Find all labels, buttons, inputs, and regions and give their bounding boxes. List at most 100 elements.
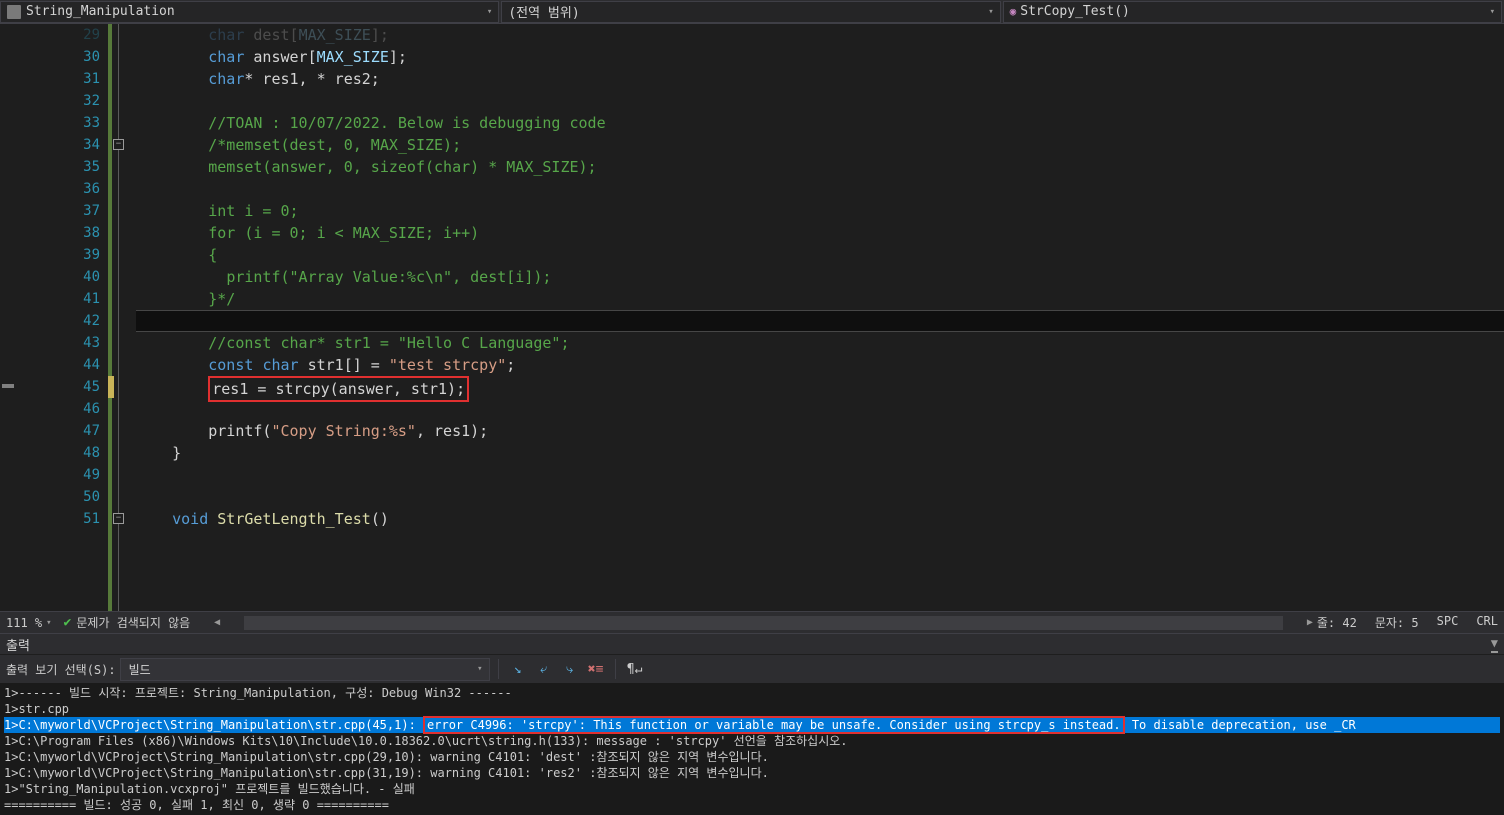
check-circle-icon: ✔	[64, 615, 72, 630]
scope-dropdown[interactable]: (전역 범위) ▾	[501, 1, 1000, 23]
code-line[interactable]: const char str1[] = "test strcpy";	[136, 354, 1504, 376]
navigation-bar: String_Manipulation ▾ (전역 범위) ▾ ◉ StrCop…	[0, 0, 1504, 24]
line-number: 40	[18, 266, 100, 288]
line-number: 44	[18, 354, 100, 376]
zoom-level[interactable]: 111 %	[6, 616, 42, 630]
project-icon	[7, 5, 21, 19]
change-marker-green	[108, 24, 112, 611]
cursor-char: 문자: 5	[1375, 614, 1419, 631]
output-panel-header[interactable]: 출력 ▼	[0, 633, 1504, 655]
code-content[interactable]: char dest[MAX_SIZE]; char answer[MAX_SIZ…	[136, 24, 1504, 611]
code-line[interactable]: void StrGetLength_Test()	[136, 508, 1504, 530]
code-line[interactable]: printf("Array Value:%c\n", dest[i]);	[136, 266, 1504, 288]
code-line[interactable]: res1 = strcpy(answer, str1);	[136, 376, 1504, 398]
line-number: 33	[18, 112, 100, 134]
bookmark-marker	[2, 384, 14, 388]
output-line[interactable]: 1>C:\Program Files (x86)\Windows Kits\10…	[4, 733, 1500, 749]
code-line[interactable]: //const char* str1 = "Hello C Language";	[136, 332, 1504, 354]
code-line[interactable]	[136, 178, 1504, 200]
fold-toggle[interactable]: −	[113, 139, 124, 150]
project-name: String_Manipulation	[26, 4, 175, 19]
line-number: 48	[18, 442, 100, 464]
line-number: 45	[18, 376, 100, 398]
output-source-dropdown[interactable]: 빌드 ▾	[120, 658, 490, 681]
code-line[interactable]: }*/	[136, 288, 1504, 310]
breakpoint-margin[interactable]	[0, 24, 18, 611]
code-line[interactable]: char answer[MAX_SIZE];	[136, 46, 1504, 68]
code-line[interactable]: int i = 0;	[136, 200, 1504, 222]
code-line[interactable]: //TOAN : 10/07/2022. Below is debugging …	[136, 112, 1504, 134]
output-line[interactable]: 1>str.cpp	[4, 701, 1500, 717]
line-number: 31	[18, 68, 100, 90]
clear-output-button[interactable]: ✖≡	[585, 658, 607, 680]
code-line[interactable]: char dest[MAX_SIZE];	[136, 24, 1504, 46]
code-line[interactable]	[136, 310, 1504, 332]
line-number: 29	[18, 24, 100, 46]
line-number: 34	[18, 134, 100, 156]
chevron-down-icon: ▾	[477, 664, 482, 674]
next-message-button[interactable]: ⤷	[559, 658, 581, 680]
chevron-down-icon[interactable]: ▾	[46, 618, 51, 628]
indent-mode[interactable]: SPC	[1437, 614, 1459, 631]
code-editor[interactable]: 2930313233343536373839404142434445464748…	[0, 24, 1504, 611]
code-line[interactable]: printf("Copy String:%s", res1);	[136, 420, 1504, 442]
output-line[interactable]: 1>"String_Manipulation.vcxproj" 프로젝트를 빌드…	[4, 781, 1500, 797]
no-issues-label: 문제가 검색되지 않음	[76, 614, 190, 631]
folding-margin[interactable]: − −	[108, 24, 136, 611]
output-panel: 출력 ▼ 출력 보기 선택(S): 빌드 ▾ ↘ ⤶ ⤷ ✖≡ ¶↵ 1>---…	[0, 633, 1504, 815]
word-wrap-button[interactable]: ¶↵	[624, 658, 646, 680]
method-icon: ◉	[1010, 5, 1017, 18]
output-text[interactable]: 1>------ 빌드 시작: 프로젝트: String_Manipulatio…	[0, 683, 1504, 815]
function-name: StrCopy_Test()	[1020, 4, 1130, 19]
project-dropdown[interactable]: String_Manipulation ▾	[0, 1, 499, 23]
editor-status-bar: 111 % ▾ ✔ 문제가 검색되지 않음 ◀ ▶ 줄: 42 문자: 5 SP…	[0, 611, 1504, 633]
output-toolbar: 출력 보기 선택(S): 빌드 ▾ ↘ ⤶ ⤷ ✖≡ ¶↵	[0, 655, 1504, 683]
output-title: 출력	[6, 635, 30, 654]
line-number: 39	[18, 244, 100, 266]
change-marker-yellow	[108, 376, 114, 398]
output-source-value: 빌드	[129, 661, 151, 678]
line-number: 37	[18, 200, 100, 222]
code-line[interactable]: /*memset(dest, 0, MAX_SIZE);	[136, 134, 1504, 156]
line-number: 49	[18, 464, 100, 486]
line-number: 38	[18, 222, 100, 244]
output-line[interactable]: 1>------ 빌드 시작: 프로젝트: String_Manipulatio…	[4, 685, 1500, 701]
line-number: 42	[18, 310, 100, 332]
scroll-right-icon[interactable]: ▶	[1303, 617, 1317, 628]
line-number: 32	[18, 90, 100, 112]
code-line[interactable]: char* res1, * res2;	[136, 68, 1504, 90]
chevron-down-icon: ▾	[487, 7, 492, 17]
goto-message-button[interactable]: ↘	[507, 658, 529, 680]
line-ending[interactable]: CRL	[1476, 614, 1498, 631]
function-dropdown[interactable]: ◉ StrCopy_Test() ▾	[1003, 1, 1502, 23]
code-line[interactable]	[136, 398, 1504, 420]
line-numbers: 2930313233343536373839404142434445464748…	[18, 24, 108, 611]
code-line[interactable]: {	[136, 244, 1504, 266]
code-line[interactable]: for (i = 0; i < MAX_SIZE; i++)	[136, 222, 1504, 244]
line-number: 36	[18, 178, 100, 200]
horizontal-scrollbar[interactable]	[244, 616, 1283, 630]
cursor-line: 줄: 42	[1317, 614, 1357, 631]
pin-icon[interactable]: ▼	[1491, 636, 1498, 653]
fold-toggle[interactable]: −	[113, 513, 124, 524]
line-number: 50	[18, 486, 100, 508]
line-number: 51	[18, 508, 100, 530]
code-line[interactable]	[136, 90, 1504, 112]
code-line[interactable]: memset(answer, 0, sizeof(char) * MAX_SIZ…	[136, 156, 1504, 178]
output-line[interactable]: ========== 빌드: 성공 0, 실패 1, 최신 0, 생략 0 ==…	[4, 797, 1500, 813]
chevron-down-icon: ▾	[1490, 7, 1495, 17]
output-line[interactable]: 1>C:\myworld\VCProject\String_Manipulati…	[4, 765, 1500, 781]
line-number: 30	[18, 46, 100, 68]
code-line[interactable]: }	[136, 442, 1504, 464]
output-source-label: 출력 보기 선택(S):	[6, 661, 116, 678]
prev-message-button[interactable]: ⤶	[533, 658, 555, 680]
code-line[interactable]	[136, 464, 1504, 486]
code-line[interactable]	[136, 486, 1504, 508]
output-line[interactable]: 1>C:\myworld\VCProject\String_Manipulati…	[4, 717, 1500, 733]
output-line[interactable]: 1>C:\myworld\VCProject\String_Manipulati…	[4, 749, 1500, 765]
line-number: 47	[18, 420, 100, 442]
separator	[615, 659, 616, 679]
separator	[498, 659, 499, 679]
scroll-left-icon[interactable]: ◀	[210, 617, 224, 628]
error-message-highlight: error C4996: 'strcpy': This function or …	[423, 716, 1125, 734]
